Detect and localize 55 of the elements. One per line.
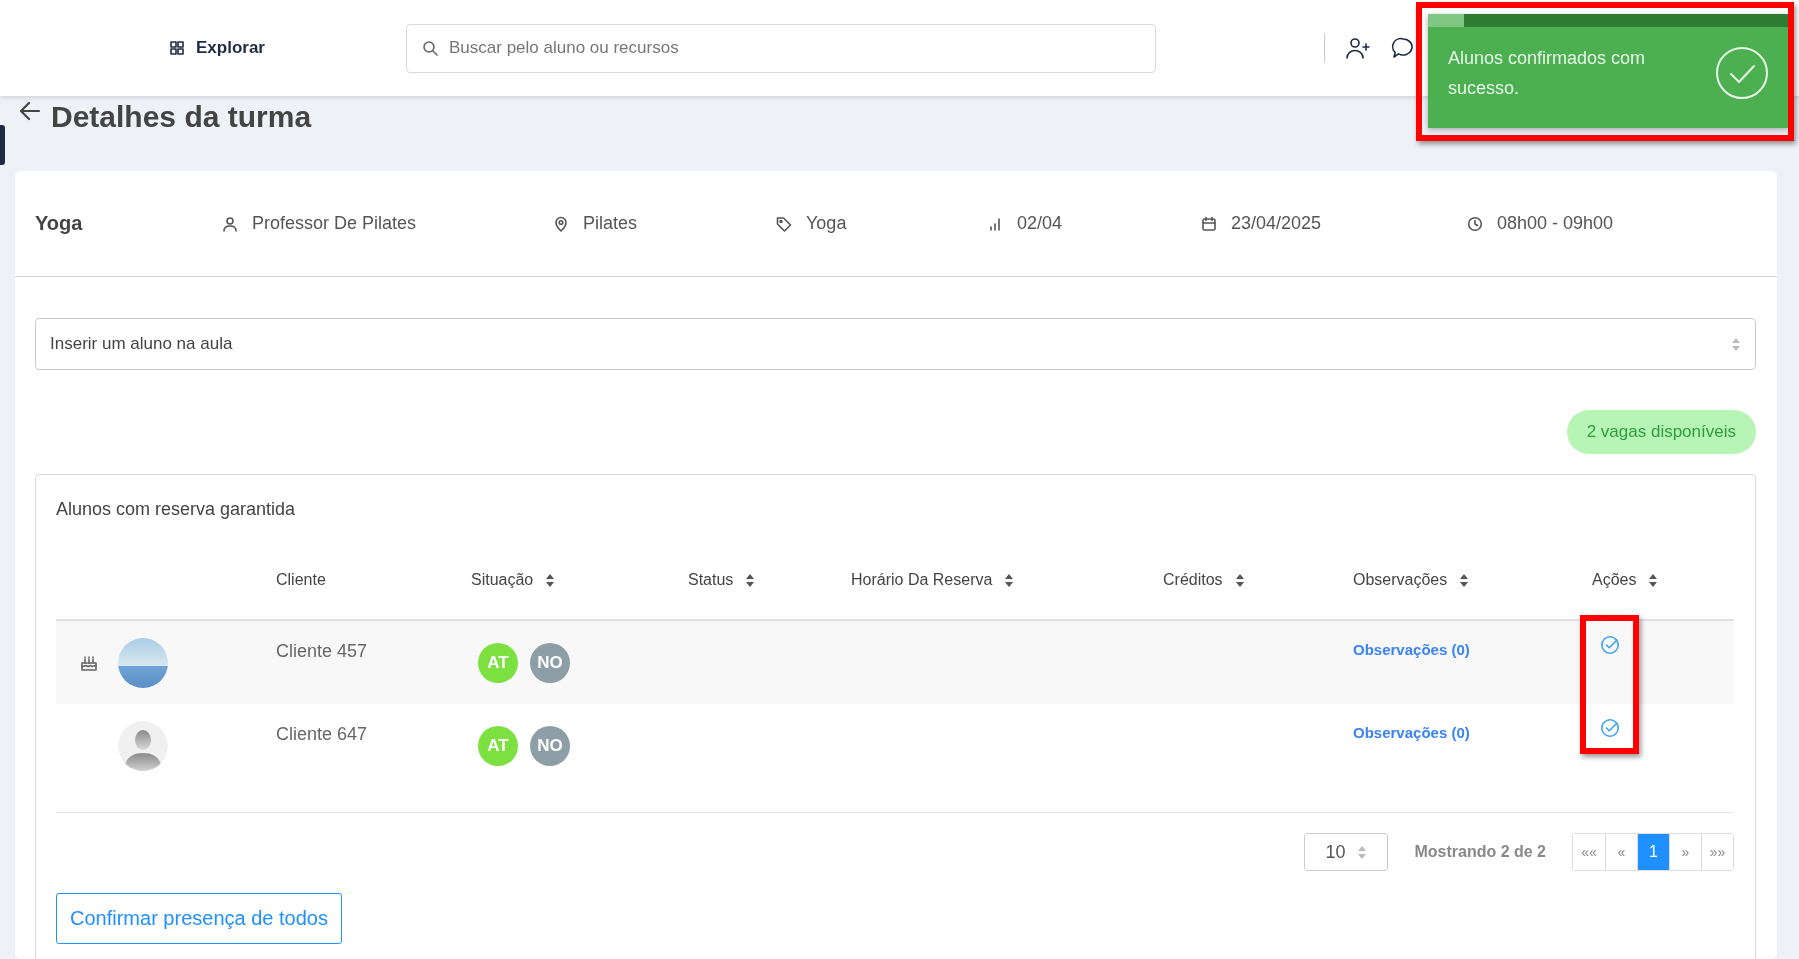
column-header[interactable]: Observações <box>1353 571 1448 589</box>
pagination-summary: Mostrando 2 de 2 <box>1414 843 1546 861</box>
vacancies-badge: 2 vagas disponíveis <box>1566 410 1756 454</box>
status-badge: NO <box>530 642 570 683</box>
location-pin-icon <box>553 215 569 232</box>
status-badge: NO <box>530 725 570 766</box>
class-detail: Yoga <box>806 213 847 234</box>
column-header[interactable]: Cliente <box>276 571 326 589</box>
class-detail: 02/04 <box>1017 213 1063 234</box>
column-header[interactable]: Créditos <box>1163 571 1223 589</box>
column-header[interactable]: Horário Da Reserva <box>851 571 993 589</box>
class-detail: 08h00 - 09h00 <box>1497 213 1614 234</box>
side-tab[interactable] <box>0 125 5 165</box>
column-header[interactable]: Status <box>688 571 734 589</box>
photo-placeholder <box>118 637 168 688</box>
sort-icon <box>1357 844 1368 860</box>
arrow-left-icon <box>19 100 41 122</box>
confirm-attendance-button[interactable] <box>1600 718 1620 738</box>
client-name: Cliente 647 <box>276 724 369 745</box>
toast-message: Alunos confirmados com sucesso. <box>1448 47 1647 100</box>
student-select[interactable]: Inserir um aluno na aula <box>35 318 1756 370</box>
observations-link[interactable]: Observações (0) <box>1353 724 1470 741</box>
column-header[interactable]: Ações <box>1592 571 1637 589</box>
calendar-icon <box>1201 215 1217 232</box>
bar-chart-icon <box>987 215 1003 232</box>
status-badge: AT <box>478 725 518 766</box>
search-field[interactable]: Buscar pelo aluno ou recursos <box>406 23 1156 73</box>
confirm-attendance-button[interactable] <box>1600 635 1620 655</box>
check-circle-icon <box>1600 635 1620 655</box>
search-icon <box>422 39 438 56</box>
clock-icon <box>1467 215 1483 232</box>
class-detail: Pilates <box>583 213 638 234</box>
grid-icon <box>170 41 184 55</box>
person-plus-icon <box>1345 36 1371 60</box>
avatar-silhouette <box>118 720 168 771</box>
class-detail: Professor De Pilates <box>252 213 417 234</box>
class-detail: 23/04/2025 <box>1231 213 1322 234</box>
check-circle-icon <box>1714 45 1770 101</box>
page-title: Detalhes da turma <box>51 100 312 134</box>
page-size-select[interactable]: 10 <box>1304 833 1389 871</box>
tag-icon <box>776 215 792 232</box>
column-header[interactable]: Situação <box>471 571 534 589</box>
page-button[interactable]: »» <box>1701 834 1733 870</box>
panel-title: Alunos com reserva garantida <box>56 499 297 521</box>
class-name: Yoga <box>35 212 84 235</box>
back-button[interactable] <box>19 100 41 122</box>
client-name: Cliente 457 <box>276 641 369 662</box>
person-icon <box>222 215 238 232</box>
explore-link[interactable]: Explorar <box>170 38 406 58</box>
chat-button[interactable] <box>1391 36 1415 60</box>
status-badge: AT <box>478 642 518 683</box>
add-user-button[interactable] <box>1345 36 1371 60</box>
check-circle-icon <box>1600 718 1620 738</box>
sort-icon <box>1731 336 1741 352</box>
chat-bubble-icon <box>1391 36 1415 60</box>
